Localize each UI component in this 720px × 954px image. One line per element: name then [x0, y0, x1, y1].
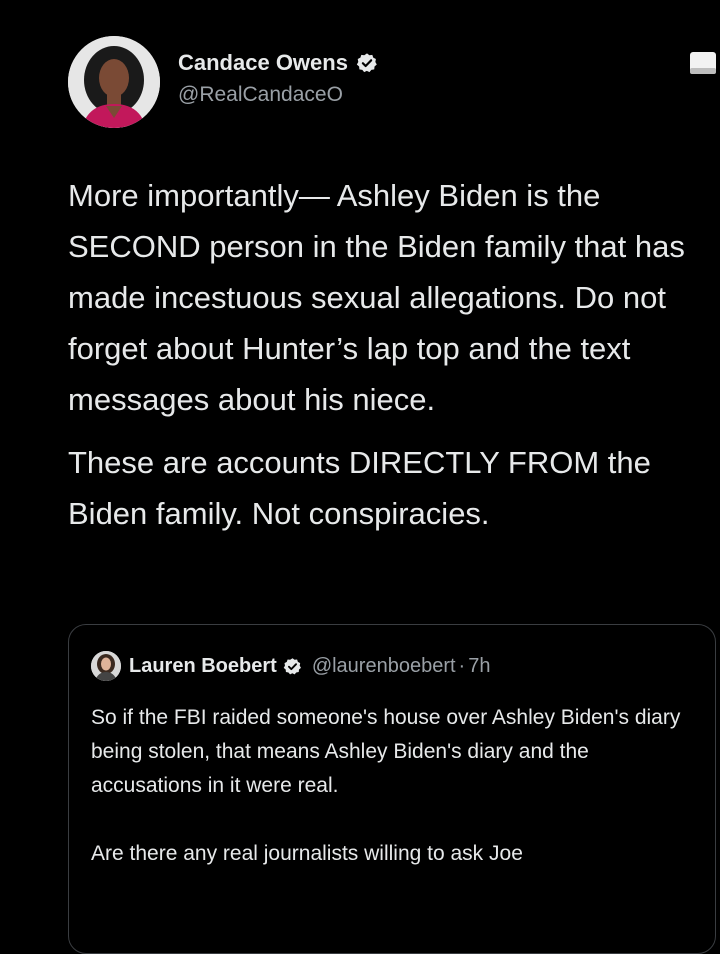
tweet-paragraph: These are accounts DIRECTLY FROM the Bid… — [68, 445, 651, 531]
quoted-tweet-paragraph: Are there any real journalists willing t… — [91, 842, 523, 865]
author-handle[interactable]: @RealCandaceO — [178, 83, 343, 107]
quoted-author-name[interactable]: Lauren Boebert — [129, 655, 277, 678]
quoted-author-handle[interactable]: @laurenboebert — [312, 655, 456, 678]
verified-badge-icon — [283, 657, 302, 676]
tweet-card: Candace Owens @RealCandaceO More importa… — [0, 0, 720, 954]
quoted-tweet[interactable]: Lauren Boebert @laurenboebert · 7h So if… — [68, 624, 716, 954]
quoted-tweet-header: Lauren Boebert @laurenboebert · 7h — [91, 651, 490, 681]
quoted-tweet-body: So if the FBI raided someone's house ove… — [91, 701, 691, 871]
quoted-tweet-paragraph: So if the FBI raided someone's house ove… — [91, 706, 681, 797]
verified-badge-icon — [356, 52, 378, 74]
author-name-row: Candace Owens — [178, 50, 378, 76]
author-avatar[interactable] — [68, 36, 160, 128]
tweet-body: More importantly— Ashley Biden is the SE… — [68, 170, 708, 539]
tweet-paragraph: More importantly— Ashley Biden is the SE… — [68, 178, 685, 417]
separator-dot: · — [458, 654, 466, 677]
author-display-name[interactable]: Candace Owens — [178, 50, 348, 76]
bookmark-icon[interactable] — [686, 48, 720, 78]
quoted-author-avatar[interactable] — [91, 651, 121, 681]
quoted-tweet-time[interactable]: 7h — [468, 655, 490, 678]
